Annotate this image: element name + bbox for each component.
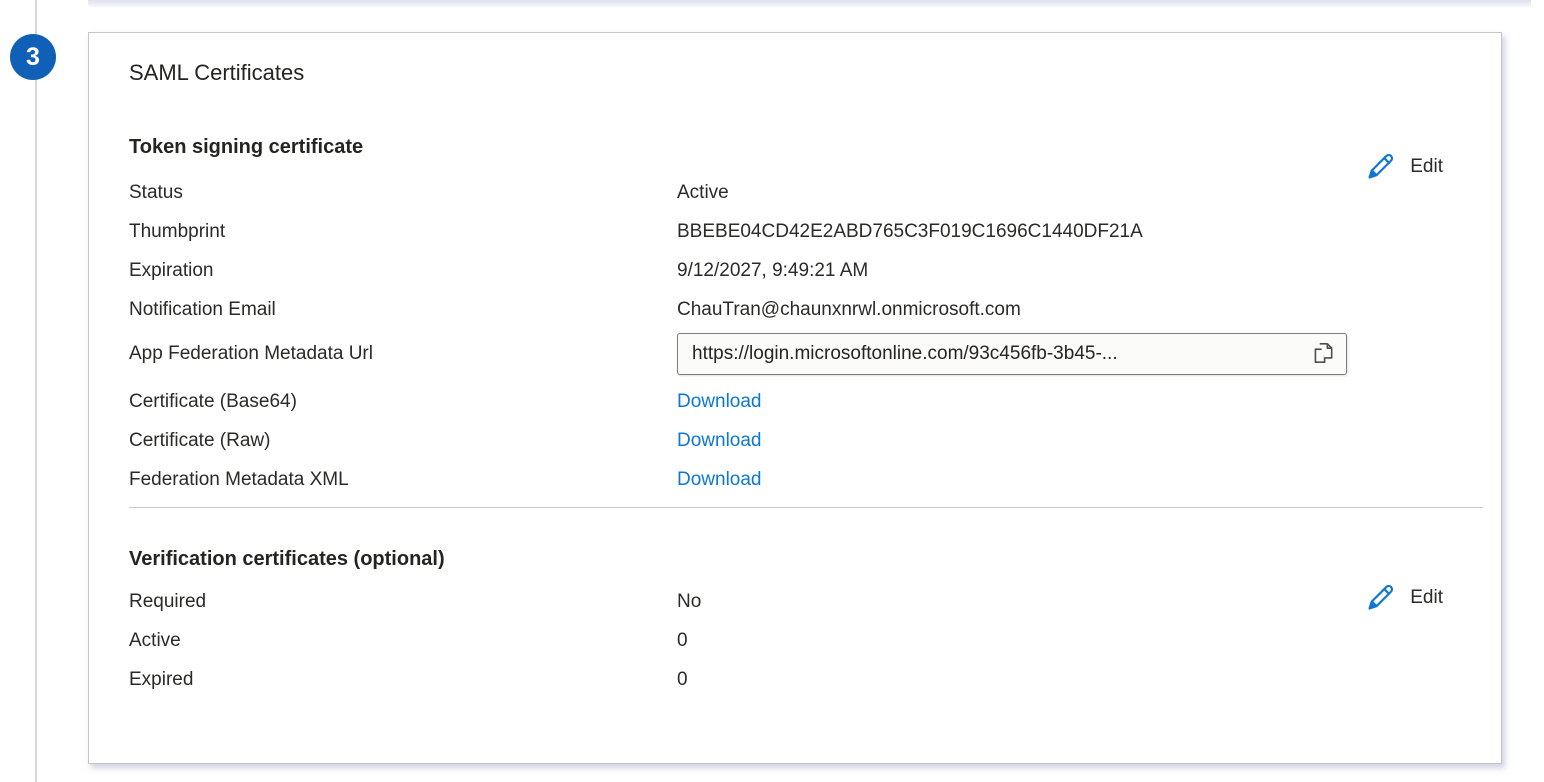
edit-pencil-icon (1364, 582, 1396, 614)
app-federation-metadata-url-row: App Federation Metadata Url https://logi… (129, 329, 1461, 379)
edit-button-label: Edit (1410, 587, 1443, 609)
expiration-row: Expiration 9/12/2027, 9:49:21 AM (129, 251, 1461, 290)
thumbprint-row: Thumbprint BBEBE04CD42E2ABD765C3F019C169… (129, 212, 1461, 251)
expiration-label: Expiration (129, 260, 677, 282)
edit-verification-certificates-button[interactable]: Edit (1360, 580, 1447, 616)
notification-email-row: Notification Email ChauTran@chaunxnrwl.o… (129, 290, 1461, 329)
notification-email-value: ChauTran@chaunxnrwl.onmicrosoft.com (677, 299, 1021, 321)
status-label: Status (129, 182, 677, 204)
edit-pencil-icon (1364, 151, 1396, 183)
federation-metadata-xml-label: Federation Metadata XML (129, 469, 677, 491)
saml-certificates-card: SAML Certificates Token signing certific… (88, 32, 1502, 764)
edit-button-label: Edit (1410, 156, 1443, 178)
certificate-base64-download-link[interactable]: Download (677, 391, 762, 413)
expired-count-row: Expired 0 (129, 660, 1461, 699)
download-rows: Certificate (Base64) Download Certificat… (129, 382, 1461, 499)
required-row: Required No (129, 582, 1461, 621)
expired-count-label: Expired (129, 669, 677, 691)
expiration-value: 9/12/2027, 9:49:21 AM (677, 260, 868, 282)
step-number-badge: 3 (10, 34, 56, 80)
edit-token-signing-certificate-button[interactable]: Edit (1360, 149, 1447, 185)
app-federation-metadata-url-label: App Federation Metadata Url (129, 343, 677, 365)
status-value: Active (677, 182, 729, 204)
app-federation-metadata-url-field[interactable]: https://login.microsoftonline.com/93c456… (677, 333, 1347, 375)
certificate-raw-download-link[interactable]: Download (677, 430, 762, 452)
copy-url-button[interactable] (1310, 340, 1336, 369)
certificate-raw-row: Certificate (Raw) Download (129, 421, 1461, 460)
token-certificate-detail-rows: Status Active Thumbprint BBEBE04CD42E2AB… (129, 173, 1461, 499)
step-connector-line (35, 0, 37, 782)
thumbprint-value: BBEBE04CD42E2ABD765C3F019C1696C1440DF21A (677, 221, 1143, 243)
federation-metadata-xml-download-link[interactable]: Download (677, 469, 762, 491)
verification-certificate-detail-rows: Required No Active 0 Expired 0 (129, 582, 1461, 699)
certificate-base64-row: Certificate (Base64) Download (129, 382, 1461, 421)
active-count-row: Active 0 (129, 621, 1461, 660)
page-title: SAML Certificates (129, 59, 1461, 87)
section-divider (129, 507, 1483, 508)
verification-certificates-heading: Verification certificates (optional) (129, 547, 1461, 571)
previous-card-bottom-edge (88, 0, 1531, 7)
copy-icon (1310, 340, 1336, 369)
status-row: Status Active (129, 173, 1461, 212)
federation-metadata-xml-row: Federation Metadata XML Download (129, 460, 1461, 499)
notification-email-label: Notification Email (129, 299, 677, 321)
required-value: No (677, 591, 701, 613)
active-count-value: 0 (677, 630, 688, 652)
expired-count-value: 0 (677, 669, 688, 691)
certificate-base64-label: Certificate (Base64) (129, 391, 677, 413)
required-label: Required (129, 591, 677, 613)
app-federation-metadata-url-value: https://login.microsoftonline.com/93c456… (692, 343, 1118, 365)
thumbprint-label: Thumbprint (129, 221, 677, 243)
token-signing-certificate-heading: Token signing certificate (129, 135, 1461, 159)
active-count-label: Active (129, 630, 677, 652)
certificate-raw-label: Certificate (Raw) (129, 430, 677, 452)
